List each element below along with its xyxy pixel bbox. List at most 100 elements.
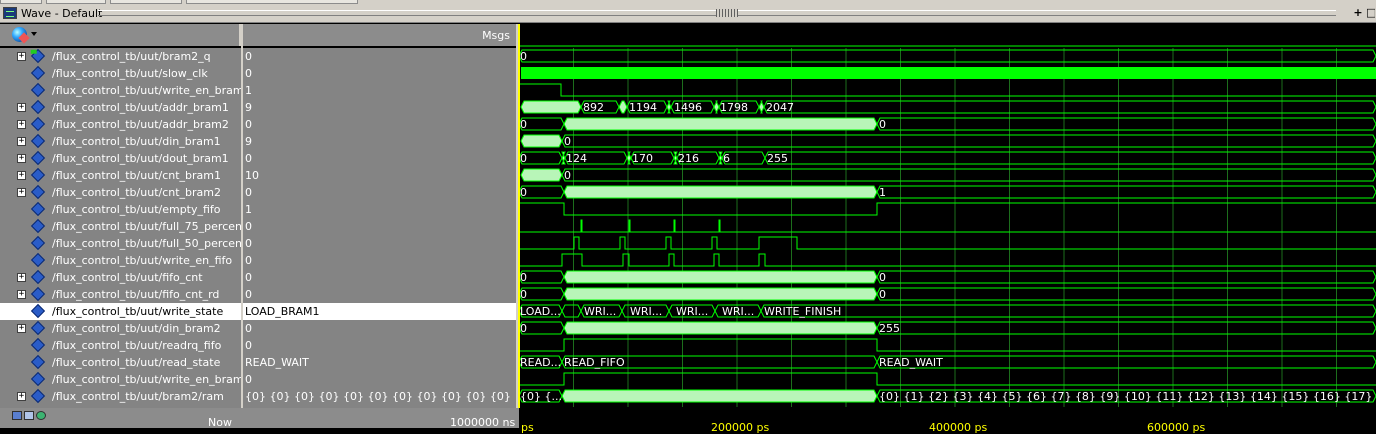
signal-value-row[interactable]: 0 xyxy=(243,65,516,82)
signal-row[interactable]: /flux_control_tb/uut/write_en_fifo xyxy=(0,252,241,269)
signal-row[interactable]: + /flux_control_tb/uut/fifo_cnt_rd xyxy=(0,286,241,303)
wave-value-label: 0 xyxy=(520,152,527,165)
wave-window-titlebar[interactable]: Wave - Default + □ xyxy=(0,4,1376,23)
signal-row[interactable]: + /flux_control_tb/uut/din_bram1 xyxy=(0,133,241,150)
signal-row[interactable]: + /flux_control_tb/uut/din_bram2 xyxy=(0,320,241,337)
wave-format-icon[interactable] xyxy=(12,27,27,42)
signal-name-pane[interactable]: + /flux_control_tb/uut/bram2_q/flux_contr… xyxy=(0,48,251,408)
expand-icon[interactable]: + xyxy=(17,290,26,299)
signal-value-pane[interactable]: 0 0 1 9 0 9 0 10 0 1 0 0 0 0 0 LOAD_BRAM1 0 0 READ_WAIT 0 {0… xyxy=(243,48,516,408)
signal-value-row[interactable]: 0 xyxy=(243,150,516,167)
bus-segment xyxy=(666,100,672,114)
signal-icon xyxy=(30,354,46,370)
signal-row[interactable]: /flux_control_tb/uut/read_state xyxy=(0,354,241,371)
expand-icon[interactable]: + xyxy=(17,171,26,180)
signal-icon xyxy=(30,167,46,183)
signal-row[interactable]: + /flux_control_tb/uut/cnt_bram1 xyxy=(0,167,241,184)
signal-row[interactable]: + /flux_control_tb/uut/fifo_cnt xyxy=(0,269,241,286)
signal-icon xyxy=(30,150,46,166)
bus-segment xyxy=(520,100,582,114)
drag-handle-icon[interactable] xyxy=(716,9,738,17)
signal-value-row[interactable]: 0 xyxy=(243,235,516,252)
expand-icon[interactable]: + xyxy=(17,324,26,333)
signal-row[interactable]: /flux_control_tb/uut/readrq_fifo xyxy=(0,337,241,354)
bus-segment xyxy=(563,321,878,335)
signal-icon xyxy=(30,65,46,81)
signal-name: /flux_control_tb/uut/full_75_percent xyxy=(52,220,247,233)
signal-row[interactable]: + /flux_control_tb/uut/cnt_bram2 xyxy=(0,184,241,201)
signal-row[interactable]: /flux_control_tb/uut/full_75_percent xyxy=(0,218,246,235)
signal-value-row[interactable]: 0 xyxy=(243,218,516,235)
wave-value-label: WRI... xyxy=(584,305,616,318)
signal-row[interactable]: /flux_control_tb/uut/write_en_bram1 xyxy=(0,82,251,99)
signal-row[interactable]: + /flux_control_tb/uut/addr_bram2 xyxy=(0,116,241,133)
signal-value-row[interactable]: 10 xyxy=(243,167,516,184)
signal-value-row[interactable]: 1 xyxy=(243,201,516,218)
chevron-down-icon[interactable] xyxy=(31,32,37,36)
signal-row[interactable]: + /flux_control_tb/uut/bram2/ram xyxy=(0,388,241,405)
signal-value-row[interactable]: 0 xyxy=(243,320,516,337)
signal-name: /flux_control_tb/uut/empty_fifo xyxy=(52,203,221,216)
signal-value: LOAD_BRAM1 xyxy=(245,305,320,318)
expand-icon[interactable]: + xyxy=(17,120,26,129)
signal-row[interactable]: /flux_control_tb/uut/write_state xyxy=(0,303,241,320)
expand-icon[interactable]: + xyxy=(17,273,26,282)
signal-name: /flux_control_tb/uut/write_en_bram1 xyxy=(52,84,251,97)
time-axis[interactable]: ps 200000 ps 400000 ps 600000 ps xyxy=(519,408,1376,434)
wave-value-label: READ_FIFO xyxy=(564,356,625,369)
cursor-delete-icon[interactable] xyxy=(36,411,46,420)
signal-name: /flux_control_tb/uut/fifo_cnt_rd xyxy=(52,288,220,301)
signal-row[interactable]: /flux_control_tb/uut/slow_clk xyxy=(0,65,241,82)
expand-icon[interactable]: + xyxy=(17,137,26,146)
signal-value-row[interactable]: LOAD_BRAM1 xyxy=(243,303,516,320)
time-cursor[interactable] xyxy=(518,24,520,428)
signal-name: /flux_control_tb/uut/cnt_bram2 xyxy=(52,186,222,199)
signal-icon xyxy=(30,320,46,336)
signal-row[interactable]: /flux_control_tb/uut/empty_fifo xyxy=(0,201,241,218)
wave-value-label: 0 xyxy=(520,118,527,131)
expand-icon[interactable]: + xyxy=(17,52,26,61)
wave-value-label: 0 xyxy=(879,118,886,131)
wave-value-label: 124 xyxy=(566,152,587,165)
signal-value-row[interactable]: {0} {0} {0} {0} {0} {0} {0} {0} {0} {0} … xyxy=(243,388,516,405)
signal-row[interactable]: /flux_control_tb/uut/full_50_percent xyxy=(0,235,246,252)
signal-value-row[interactable]: 1 xyxy=(243,82,516,99)
pane-divider[interactable] xyxy=(241,24,243,428)
undock-icon[interactable]: + xyxy=(1352,7,1364,19)
signal-value-row[interactable]: 0 xyxy=(243,184,516,201)
bus-segment xyxy=(561,304,582,318)
bit-wave xyxy=(519,202,1376,216)
wave-value-label: 0 xyxy=(520,322,527,335)
signal-value-row[interactable]: 0 xyxy=(243,371,516,388)
signal-value: 0 xyxy=(245,339,252,352)
wave-value-label: 170 xyxy=(632,152,653,165)
waveform-pane[interactable]: 0 892 1194 1496 1798 2047 0 0 0 0 124 170 216 6 255 0 0 1… xyxy=(519,24,1376,407)
signal-value-row[interactable]: 0 xyxy=(243,337,516,354)
expand-icon[interactable]: + xyxy=(17,188,26,197)
now-label: Now xyxy=(208,416,232,429)
signal-value-row[interactable]: 9 xyxy=(243,99,516,116)
cursor-add-icon[interactable] xyxy=(12,411,22,420)
signal-value: 0 xyxy=(245,322,252,335)
signal-value-row[interactable]: 0 xyxy=(243,269,516,286)
signal-value-row[interactable]: 0 xyxy=(243,116,516,133)
signal-row[interactable]: + /flux_control_tb/uut/addr_bram1 xyxy=(0,99,241,116)
expand-icon[interactable]: + xyxy=(17,392,26,401)
signal-row[interactable]: + /flux_control_tb/uut/bram2_q xyxy=(0,48,241,65)
signal-value-row[interactable]: 9 xyxy=(243,133,516,150)
signal-row[interactable]: + /flux_control_tb/uut/dout_bram1 xyxy=(0,150,241,167)
signal-value-row[interactable]: 0 xyxy=(243,48,516,65)
signal-value-row[interactable]: READ_WAIT xyxy=(243,354,516,371)
expand-icon[interactable]: + xyxy=(17,103,26,112)
expand-icon[interactable]: + xyxy=(17,154,26,163)
bus-segment xyxy=(519,49,1376,63)
cursor-edit-icon[interactable] xyxy=(24,411,34,420)
signal-name: /flux_control_tb/uut/write_en_fifo xyxy=(52,254,233,267)
wave-value-label: 0 xyxy=(879,288,886,301)
maximize-icon[interactable]: □ xyxy=(1366,7,1375,19)
signal-value-row[interactable]: 0 xyxy=(243,252,516,269)
signal-icon xyxy=(30,116,46,132)
signal-value-row[interactable]: 0 xyxy=(243,286,516,303)
signal-row[interactable]: /flux_control_tb/uut/write_en_bram2 xyxy=(0,371,251,388)
signal-icon xyxy=(30,218,46,234)
